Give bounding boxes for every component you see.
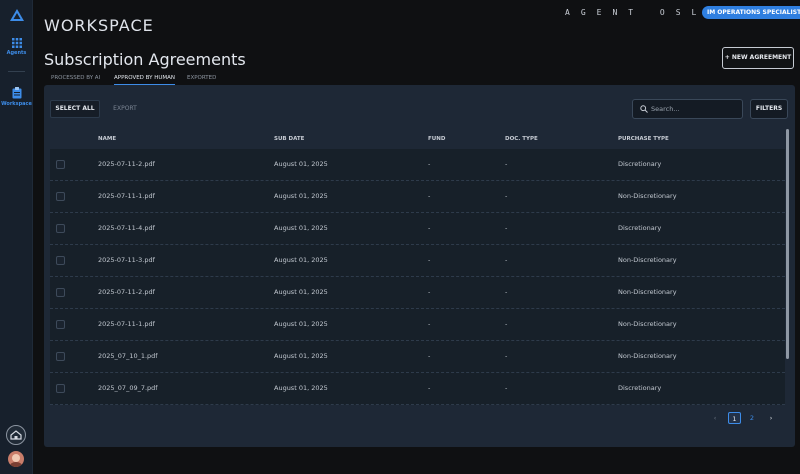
rail-item-label: Agents [6, 50, 27, 56]
cell-purchase-type: Non-Discretionary [618, 256, 677, 264]
cell-sub-date: August 01, 2025 [274, 352, 328, 360]
home-cloud-icon [10, 430, 22, 440]
cell-doc-type: - [505, 288, 508, 296]
cell-doc-type: - [505, 256, 508, 264]
table-row[interactable]: 2025-07-11-4.pdf August 01, 2025 - - Dis… [50, 213, 785, 245]
cell-name: 2025-07-11-1.pdf [98, 192, 155, 200]
rail-item-label: Workspace [1, 101, 32, 107]
search-box[interactable] [632, 99, 743, 119]
grid-icon [11, 38, 22, 48]
search-input[interactable] [651, 102, 739, 116]
row-checkbox[interactable] [56, 352, 65, 361]
row-checkbox[interactable] [56, 160, 65, 169]
table-row[interactable]: 2025-07-11-1.pdf August 01, 2025 - - Non… [50, 309, 785, 341]
row-checkbox[interactable] [56, 384, 65, 393]
cell-purchase-type: Discretionary [618, 224, 662, 232]
table-row[interactable]: 2025_07_10_1.pdf August 01, 2025 - - Non… [50, 341, 785, 373]
rail-item-workspace[interactable]: Workspace [0, 87, 33, 107]
row-checkbox[interactable] [56, 288, 65, 297]
cell-sub-date: August 01, 2025 [274, 288, 328, 296]
cell-sub-date: August 01, 2025 [274, 160, 328, 168]
table-row[interactable]: 2025-07-11-2.pdf August 01, 2025 - - Dis… [50, 149, 785, 181]
row-checkbox[interactable] [56, 224, 65, 233]
cell-fund: - [428, 288, 431, 296]
row-checkbox[interactable] [56, 256, 65, 265]
cell-name: 2025-07-11-4.pdf [98, 224, 155, 232]
cell-doc-type: - [505, 160, 508, 168]
table-row[interactable]: 2025-07-11-1.pdf August 01, 2025 - - Non… [50, 181, 785, 213]
column-header-name[interactable]: NAME [98, 136, 116, 142]
column-header-purchase-type[interactable]: PURCHASE TYPE [618, 136, 669, 142]
cell-fund: - [428, 320, 431, 328]
cell-name: 2025-07-11-2.pdf [98, 160, 155, 168]
table-scrollbar[interactable] [786, 129, 789, 359]
tab-approved-by-human[interactable]: APPROVED BY HUMAN [114, 75, 176, 85]
tab-exported[interactable]: EXPORTED [187, 75, 216, 81]
agreements-panel: SELECT ALL EXPORT FILTERS NAME SUB DATE … [44, 85, 795, 447]
rail-item-agents[interactable]: Agents [0, 38, 33, 56]
cell-name: 2025-07-11-2.pdf [98, 288, 155, 296]
cell-name: 2025-07-11-3.pdf [98, 256, 155, 264]
column-header-sub-date[interactable]: SUB DATE [274, 136, 304, 142]
rail-divider [8, 71, 25, 72]
cell-name: 2025-07-11-1.pdf [98, 320, 155, 328]
agent-name: AGENT OSLO [565, 8, 724, 17]
cell-sub-date: August 01, 2025 [274, 192, 328, 200]
page-title: Subscription Agreements [44, 50, 246, 69]
prev-page-button[interactable]: ‹ [708, 412, 722, 424]
tab-processed-by-ai[interactable]: PROCESSED BY AI [51, 75, 100, 81]
cell-purchase-type: Discretionary [618, 384, 662, 392]
filters-button[interactable]: FILTERS [750, 99, 788, 119]
cell-fund: - [428, 160, 431, 168]
cell-fund: - [428, 352, 431, 360]
search-icon [640, 105, 648, 113]
cell-fund: - [428, 384, 431, 392]
table-row[interactable]: 2025-07-11-2.pdf August 01, 2025 - - Non… [50, 277, 785, 309]
cell-sub-date: August 01, 2025 [274, 224, 328, 232]
row-checkbox[interactable] [56, 320, 65, 329]
workspace-title: WORKSPACE [44, 16, 154, 35]
cell-doc-type: - [505, 352, 508, 360]
table-row[interactable]: 2025_07_09_7.pdf August 01, 2025 - - Dis… [50, 373, 785, 405]
cell-purchase-type: Non-Discretionary [618, 320, 677, 328]
cell-sub-date: August 01, 2025 [274, 384, 328, 392]
cell-doc-type: - [505, 384, 508, 392]
export-button[interactable]: EXPORT [106, 100, 144, 118]
cell-name: 2025_07_09_7.pdf [98, 384, 158, 392]
cell-purchase-type: Non-Discretionary [618, 288, 677, 296]
cell-purchase-type: Non-Discretionary [618, 192, 677, 200]
left-rail: Agents Workspace [0, 0, 33, 474]
page-button-1[interactable]: 1 [728, 412, 741, 424]
home-button[interactable] [6, 425, 26, 445]
cell-purchase-type: Discretionary [618, 160, 662, 168]
new-agreement-button[interactable]: + NEW AGREEMENT [722, 47, 794, 69]
row-checkbox[interactable] [56, 192, 65, 201]
cell-sub-date: August 01, 2025 [274, 256, 328, 264]
cell-fund: - [428, 224, 431, 232]
select-all-button[interactable]: SELECT ALL [50, 100, 100, 118]
table-header: NAME SUB DATE FUND DOC. TYPE PURCHASE TY… [50, 131, 785, 149]
cell-doc-type: - [505, 192, 508, 200]
role-badge[interactable]: IM OPERATIONS SPECIALIST [702, 6, 800, 19]
table-row[interactable]: 2025-07-11-3.pdf August 01, 2025 - - Non… [50, 245, 785, 277]
cell-purchase-type: Non-Discretionary [618, 352, 677, 360]
clipboard-icon [12, 87, 21, 99]
cell-fund: - [428, 192, 431, 200]
cell-fund: - [428, 256, 431, 264]
cell-sub-date: August 01, 2025 [274, 320, 328, 328]
column-header-fund[interactable]: FUND [428, 136, 445, 142]
cell-doc-type: - [505, 320, 508, 328]
page-button-2[interactable]: 2 [746, 412, 758, 424]
cell-doc-type: - [505, 224, 508, 232]
avatar[interactable] [8, 451, 24, 467]
cell-name: 2025_07_10_1.pdf [98, 352, 158, 360]
column-header-doc-type[interactable]: DOC. TYPE [505, 136, 538, 142]
next-page-button[interactable]: › [764, 412, 778, 424]
app-logo-icon[interactable] [10, 9, 24, 21]
